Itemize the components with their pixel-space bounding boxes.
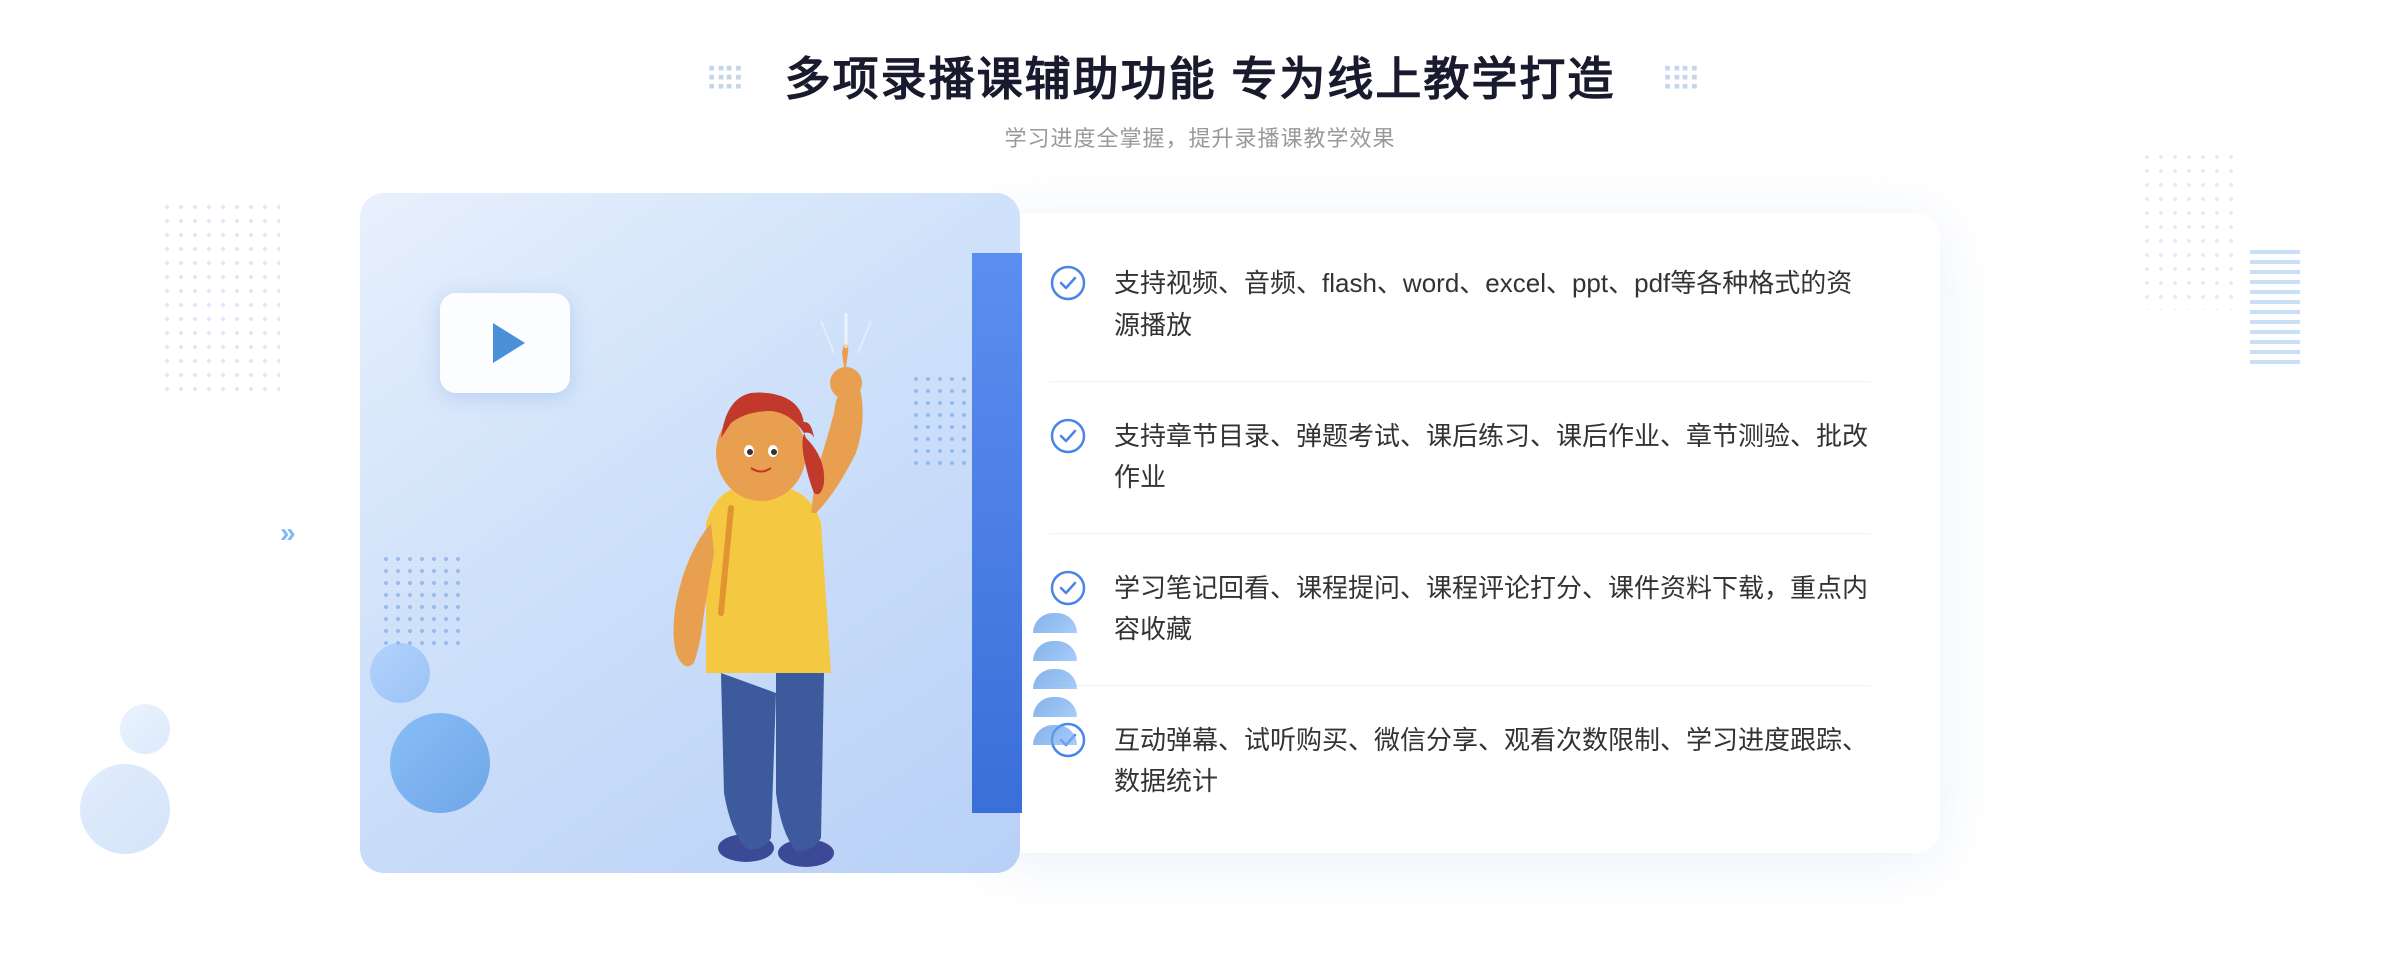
page-wrapper: ⠿⠿ 多项录播课辅助功能 专为线上教学打造 ⠿⠿ 学习进度全掌握，提升录播课教学…: [0, 0, 2400, 974]
feature-text-4: 互动弹幕、试听购买、微信分享、观看次数限制、学习进度跟踪、数据统计: [1114, 720, 1870, 803]
content-area: » 支持视频、音频、flash、word、excel、ppt、pdf等各种格式的…: [360, 193, 2040, 873]
header-section: ⠿⠿ 多项录播课辅助功能 专为线上教学打造 ⠿⠿ 学习进度全掌握，提升录播课教学…: [785, 0, 1616, 153]
illus-dots-mid: [380, 553, 460, 653]
check-icon-2: [1050, 418, 1086, 454]
play-bubble: [440, 293, 570, 393]
check-icon-3: [1050, 570, 1086, 606]
title-arrow-left: ⠿⠿: [705, 61, 740, 99]
edge-arrows: »: [280, 517, 292, 549]
feature-item-4: 互动弹幕、试听购买、微信分享、观看次数限制、学习进度跟踪、数据统计: [1050, 686, 1870, 803]
illustration-card: »: [360, 193, 1020, 873]
circle-bottom-left: [390, 713, 490, 813]
half-circles-decoration: [1030, 613, 1080, 753]
circle-decoration-left2: [120, 704, 170, 754]
feature-text-3: 学习笔记回看、课程提问、课程评论打分、课件资料下载，重点内容收藏: [1114, 568, 1870, 651]
stripe-decoration: [2250, 250, 2300, 370]
dots-decoration-right: [2140, 150, 2240, 310]
feature-text-1: 支持视频、音频、flash、word、excel、ppt、pdf等各种格式的资源…: [1114, 263, 1870, 346]
feature-item-2: 支持章节目录、弹题考试、课后练习、课后作业、章节测验、批改作业: [1050, 382, 1870, 534]
feature-item-3: 学习笔记回看、课程提问、课程评论打分、课件资料下载，重点内容收藏: [1050, 534, 1870, 686]
circle-small-left: [370, 643, 430, 703]
blue-bar-decoration: [972, 253, 1022, 813]
feature-text-2: 支持章节目录、弹题考试、课后练习、课后作业、章节测验、批改作业: [1114, 416, 1870, 499]
play-icon: [493, 323, 525, 363]
page-title: 多项录播课辅助功能 专为线上教学打造: [785, 52, 1616, 107]
person-illustration: [576, 293, 956, 873]
features-card: 支持视频、音频、flash、word、excel、ppt、pdf等各种格式的资源…: [980, 213, 1940, 853]
feature-item-1: 支持视频、音频、flash、word、excel、ppt、pdf等各种格式的资源…: [1050, 263, 1870, 381]
page-subtitle: 学习进度全掌握，提升录播课教学效果: [785, 121, 1616, 153]
title-arrow-right: ⠿⠿: [1661, 61, 1696, 99]
check-icon-1: [1050, 265, 1086, 301]
dots-decoration-left: [160, 200, 280, 400]
circle-decoration-left: [80, 764, 170, 854]
